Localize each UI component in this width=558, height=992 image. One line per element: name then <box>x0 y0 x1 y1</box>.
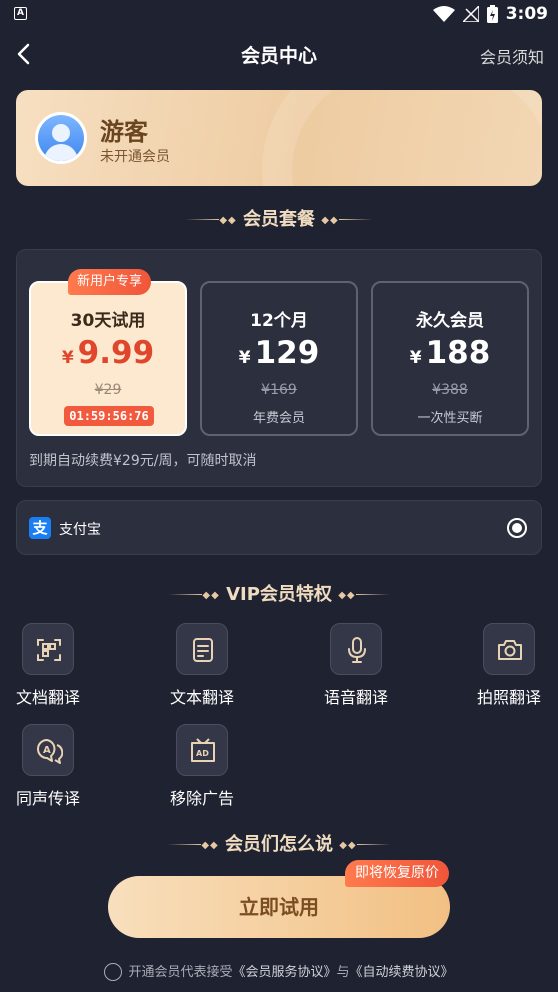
user-name: 游客 <box>100 118 148 146</box>
decor-left-icon: ◆◆ <box>168 590 219 601</box>
document-scan-icon <box>37 639 61 661</box>
member-notice-link[interactable]: 会员须知 <box>480 44 544 68</box>
clock: 3:09 <box>505 4 548 24</box>
agree-checkbox[interactable] <box>104 962 123 981</box>
reviews-title-text: 会员们怎么说 <box>225 834 333 855</box>
original-price: ¥29 <box>94 382 122 398</box>
service-agreement-link[interactable]: 《会员服务协议》 <box>232 965 336 980</box>
payment-method-label: 支付宝 <box>59 522 101 538</box>
plans-title-text: 会员套餐 <box>243 209 315 230</box>
price-value: 9.99 <box>77 335 155 371</box>
svg-text:AD: AD <box>196 749 209 758</box>
auto-renew-note: 到期自动续费¥29元/周，可随时取消 <box>29 453 257 469</box>
microphone-icon <box>348 637 366 663</box>
currency-symbol: ¥ <box>238 348 251 368</box>
feature-label: 同声传译 <box>15 789 80 808</box>
plan-subtitle: 一次性买断 <box>417 411 483 426</box>
currency-symbol: ¥ <box>61 348 74 368</box>
feature-remove-ads[interactable]: AD 移除广告 <box>152 724 252 809</box>
reviews-section-title: ◆◆ 会员们怎么说 ◆◆ <box>0 830 558 856</box>
feature-voice-translate[interactable]: 语音翻译 <box>306 623 406 708</box>
status-bar: A 3:09 <box>0 0 558 28</box>
feature-simultaneous-translate[interactable]: A 同声传译 <box>0 724 98 809</box>
user-avatar-icon <box>38 115 84 161</box>
decor-right-icon: ◆◆ <box>339 840 391 851</box>
new-user-badge: 新用户专享 <box>68 269 152 295</box>
price-value: 188 <box>425 335 491 371</box>
app-notification-icon: A <box>14 7 27 20</box>
vip-title-text: VIP会员特权 <box>226 584 332 605</box>
decor-right-icon: ◆◆ <box>321 215 373 226</box>
agreement-prefix: 开通会员代表接受 <box>128 965 233 980</box>
original-price: ¥169 <box>261 382 297 398</box>
plan-subtitle: 年费会员 <box>252 411 305 426</box>
payment-method-row[interactable]: 支 支付宝 <box>16 500 542 555</box>
plan-card-12-months[interactable]: 12个月 ¥129 ¥169 年费会员 <box>200 281 358 436</box>
plan-price: ¥9.99 <box>31 335 185 371</box>
feature-photo-translate[interactable]: 拍照翻译 <box>459 623 558 708</box>
nav-bar: 会员中心 会员须知 <box>0 36 558 72</box>
plans-section-title: ◆◆ 会员套餐 ◆◆ <box>0 205 558 231</box>
simultaneous-translate-icon: A <box>37 739 63 764</box>
text-file-icon <box>193 638 213 662</box>
plan-card-lifetime[interactable]: 永久会员 ¥188 ¥388 一次性买断 <box>371 281 529 436</box>
battery-charging-icon <box>486 5 498 23</box>
plan-name: 30天试用 <box>70 311 146 331</box>
original-price: ¥388 <box>432 382 468 398</box>
feature-label: 文档翻译 <box>15 688 80 707</box>
feature-label: 移除广告 <box>169 789 234 808</box>
countdown-timer: 01:59:56:76 <box>64 406 154 426</box>
wifi-icon <box>432 6 455 22</box>
plan-name: 12个月 <box>250 311 308 331</box>
membership-status: 未开通会员 <box>100 149 170 165</box>
decor-left-icon: ◆◆ <box>185 215 236 226</box>
decor-right-icon: ◆◆ <box>338 590 390 601</box>
currency-symbol: ¥ <box>409 348 422 368</box>
feature-label: 文本翻译 <box>169 688 234 707</box>
feature-document-translate[interactable]: 文档翻译 <box>0 623 98 708</box>
price-restore-badge: 即将恢复原价 <box>345 860 449 887</box>
alipay-icon: 支 <box>29 517 51 539</box>
feature-text-translate[interactable]: 文本翻译 <box>152 623 252 708</box>
camera-icon <box>498 640 522 660</box>
price-value: 129 <box>254 335 320 371</box>
agreement-row: 开通会员代表接受《会员服务协议》与《自动续费协议》 <box>0 961 558 981</box>
no-signal-icon <box>462 6 479 22</box>
plan-card-trial[interactable]: 新用户专享 30天试用 ¥9.99 ¥29 01:59:56:76 <box>29 269 187 436</box>
page-title: 会员中心 <box>240 45 317 67</box>
auto-renew-agreement-link[interactable]: 《自动续费协议》 <box>350 965 454 980</box>
ad-remove-icon: AD <box>191 738 215 762</box>
vip-section-title: ◆◆ VIP会员特权 ◆◆ <box>0 580 558 606</box>
avatar <box>35 112 87 164</box>
feature-label: 拍照翻译 <box>476 688 541 707</box>
plan-price: ¥188 <box>373 335 527 371</box>
svg-text:A: A <box>43 745 51 756</box>
plans-panel: 新用户专享 30天试用 ¥9.99 ¥29 01:59:56:76 12个月 ¥… <box>16 249 542 487</box>
decor-left-icon: ◆◆ <box>167 840 218 851</box>
payment-radio[interactable] <box>507 518 527 538</box>
plan-name: 永久会员 <box>416 311 484 331</box>
agreement-and: 与 <box>336 965 350 980</box>
plan-price: ¥129 <box>202 335 356 371</box>
feature-label: 语音翻译 <box>323 688 388 707</box>
user-card: 游客 未开通会员 <box>16 90 542 186</box>
